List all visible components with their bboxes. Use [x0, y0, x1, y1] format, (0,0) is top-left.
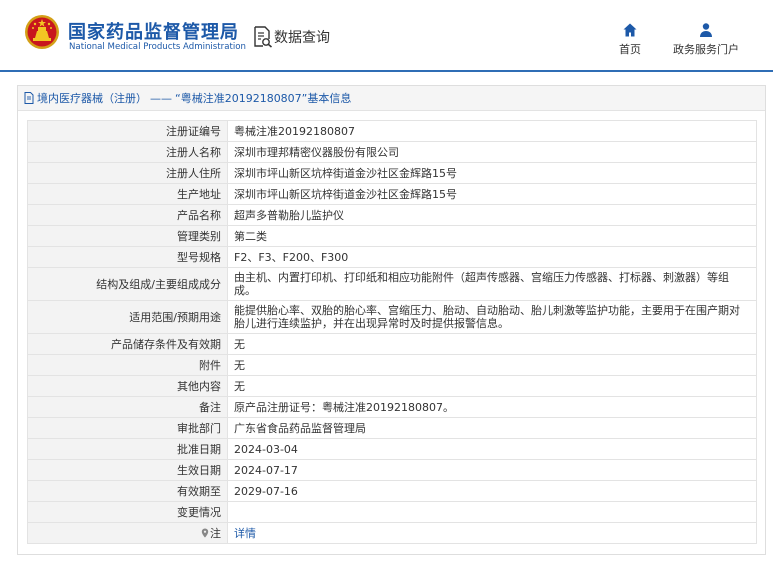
- row-value: [227, 501, 757, 523]
- breadcrumb-separator: ——: [150, 92, 172, 105]
- row-value: 深圳市坪山新区坑梓街道金沙社区金辉路15号: [227, 183, 757, 205]
- table-row: 产品名称 超声多普勒胎儿监护仪: [27, 204, 757, 226]
- org-name-cn: 国家药品监督管理局: [68, 22, 239, 43]
- table-row: 有效期至 2029-07-16: [27, 480, 757, 502]
- nav-portal-label: 政务服务门户: [673, 43, 739, 56]
- table-row: 适用范围/预期用途 能提供胎心率、双胎的胎心率、宫缩压力、胎动、自动胎动、胎儿刺…: [27, 300, 757, 334]
- row-value: 2024-07-17: [227, 459, 757, 481]
- table-row: 型号规格 F2、F3、F200、F300: [27, 246, 757, 268]
- document-search-icon: [254, 26, 273, 48]
- breadcrumb-category-link[interactable]: 境内医疗器械（注册）: [37, 92, 147, 105]
- table-row: 产品储存条件及有效期 无: [27, 333, 757, 355]
- query-title: 数据查询: [274, 30, 330, 46]
- row-label: 批准日期: [27, 438, 228, 460]
- row-value: 无: [227, 354, 757, 376]
- table-row: 变更情况: [27, 501, 757, 523]
- org-name-en: National Medical Products Administration: [69, 42, 246, 52]
- location-pin-icon: [201, 528, 209, 537]
- row-value: 原产品注册证号：粤械注准20192180807。: [227, 396, 757, 418]
- row-value: 无: [227, 375, 757, 397]
- row-label: 注册人名称: [27, 141, 228, 163]
- home-icon: [623, 23, 637, 37]
- table-row: 注册人名称 深圳市理邦精密仪器股份有限公司: [27, 141, 757, 163]
- row-value: 超声多普勒胎儿监护仪: [227, 204, 757, 226]
- row-value-cell: 详情: [227, 522, 757, 544]
- national-emblem-icon: [25, 15, 59, 49]
- table-row: 结构及组成/主要组成成分 由主机、内置打印机、打印纸和相应功能附件（超声传感器、…: [27, 267, 757, 301]
- row-value: 第二类: [227, 225, 757, 247]
- row-label: 适用范围/预期用途: [27, 300, 228, 334]
- row-value: 广东省食品药品监督管理局: [227, 417, 757, 439]
- user-icon: [700, 23, 712, 37]
- row-label: 注: [210, 526, 221, 540]
- table-row: 注 详情: [27, 522, 757, 544]
- row-label: 注册人住所: [27, 162, 228, 184]
- row-label: 管理类别: [27, 225, 228, 247]
- row-label: 有效期至: [27, 480, 228, 502]
- row-value: 能提供胎心率、双胎的胎心率、宫缩压力、胎动、自动胎动、胎儿刺激等监护功能，主要用…: [227, 300, 757, 334]
- table-row: 审批部门 广东省食品药品监督管理局: [27, 417, 757, 439]
- row-label: 其他内容: [27, 375, 228, 397]
- row-label: 产品名称: [27, 204, 228, 226]
- site-header: 国家药品监督管理局 National Medical Products Admi…: [0, 0, 773, 72]
- nav-home-link[interactable]: 首页: [610, 22, 650, 62]
- table-row: 注册人住所 深圳市坪山新区坑梓街道金沙社区金辉路15号: [27, 162, 757, 184]
- row-value: 粤械注准20192180807: [227, 120, 757, 142]
- registration-info-table: 注册证编号 粤械注准20192180807 注册人名称 深圳市理邦精密仪器股份有…: [27, 120, 757, 544]
- table-row: 批准日期 2024-03-04: [27, 438, 757, 460]
- nav-home-label: 首页: [619, 43, 641, 56]
- row-label: 变更情况: [27, 501, 228, 523]
- row-value: 无: [227, 333, 757, 355]
- table-row: 生效日期 2024-07-17: [27, 459, 757, 481]
- nav-portal-link[interactable]: 政务服务门户: [664, 22, 748, 62]
- table-row: 备注 原产品注册证号：粤械注准20192180807。: [27, 396, 757, 418]
- detail-link[interactable]: 详情: [234, 527, 256, 540]
- row-label: 产品储存条件及有效期: [27, 333, 228, 355]
- table-row: 管理类别 第二类: [27, 225, 757, 247]
- table-row: 其他内容 无: [27, 375, 757, 397]
- table-row: 生产地址 深圳市坪山新区坑梓街道金沙社区金辉路15号: [27, 183, 757, 205]
- row-label: 结构及组成/主要组成成分: [27, 267, 228, 301]
- row-label: 生产地址: [27, 183, 228, 205]
- row-value: F2、F3、F200、F300: [227, 246, 757, 268]
- row-value: 由主机、内置打印机、打印纸和相应功能附件（超声传感器、宫缩压力传感器、打标器、刺…: [227, 267, 757, 301]
- row-label: 型号规格: [27, 246, 228, 268]
- document-icon: [24, 92, 34, 104]
- table-row: 附件 无: [27, 354, 757, 376]
- row-label: 备注: [27, 396, 228, 418]
- row-value: 2029-07-16: [227, 480, 757, 502]
- info-panel: 境内医疗器械（注册） —— “粤械注准20192180807”基本信息 注册证编号 …: [17, 85, 766, 555]
- row-value: 2024-03-04: [227, 438, 757, 460]
- row-label: 生效日期: [27, 459, 228, 481]
- row-label: 附件: [27, 354, 228, 376]
- breadcrumb-title: “粤械注准20192180807”基本信息: [175, 92, 352, 105]
- row-label: 注册证编号: [27, 120, 228, 142]
- breadcrumb: 境内医疗器械（注册） —— “粤械注准20192180807”基本信息: [18, 86, 765, 111]
- row-label: 审批部门: [27, 417, 228, 439]
- row-value: 深圳市坪山新区坑梓街道金沙社区金辉路15号: [227, 162, 757, 184]
- row-value: 深圳市理邦精密仪器股份有限公司: [227, 141, 757, 163]
- table-row: 注册证编号 粤械注准20192180807: [27, 120, 757, 142]
- note-label-cell: 注: [27, 522, 228, 544]
